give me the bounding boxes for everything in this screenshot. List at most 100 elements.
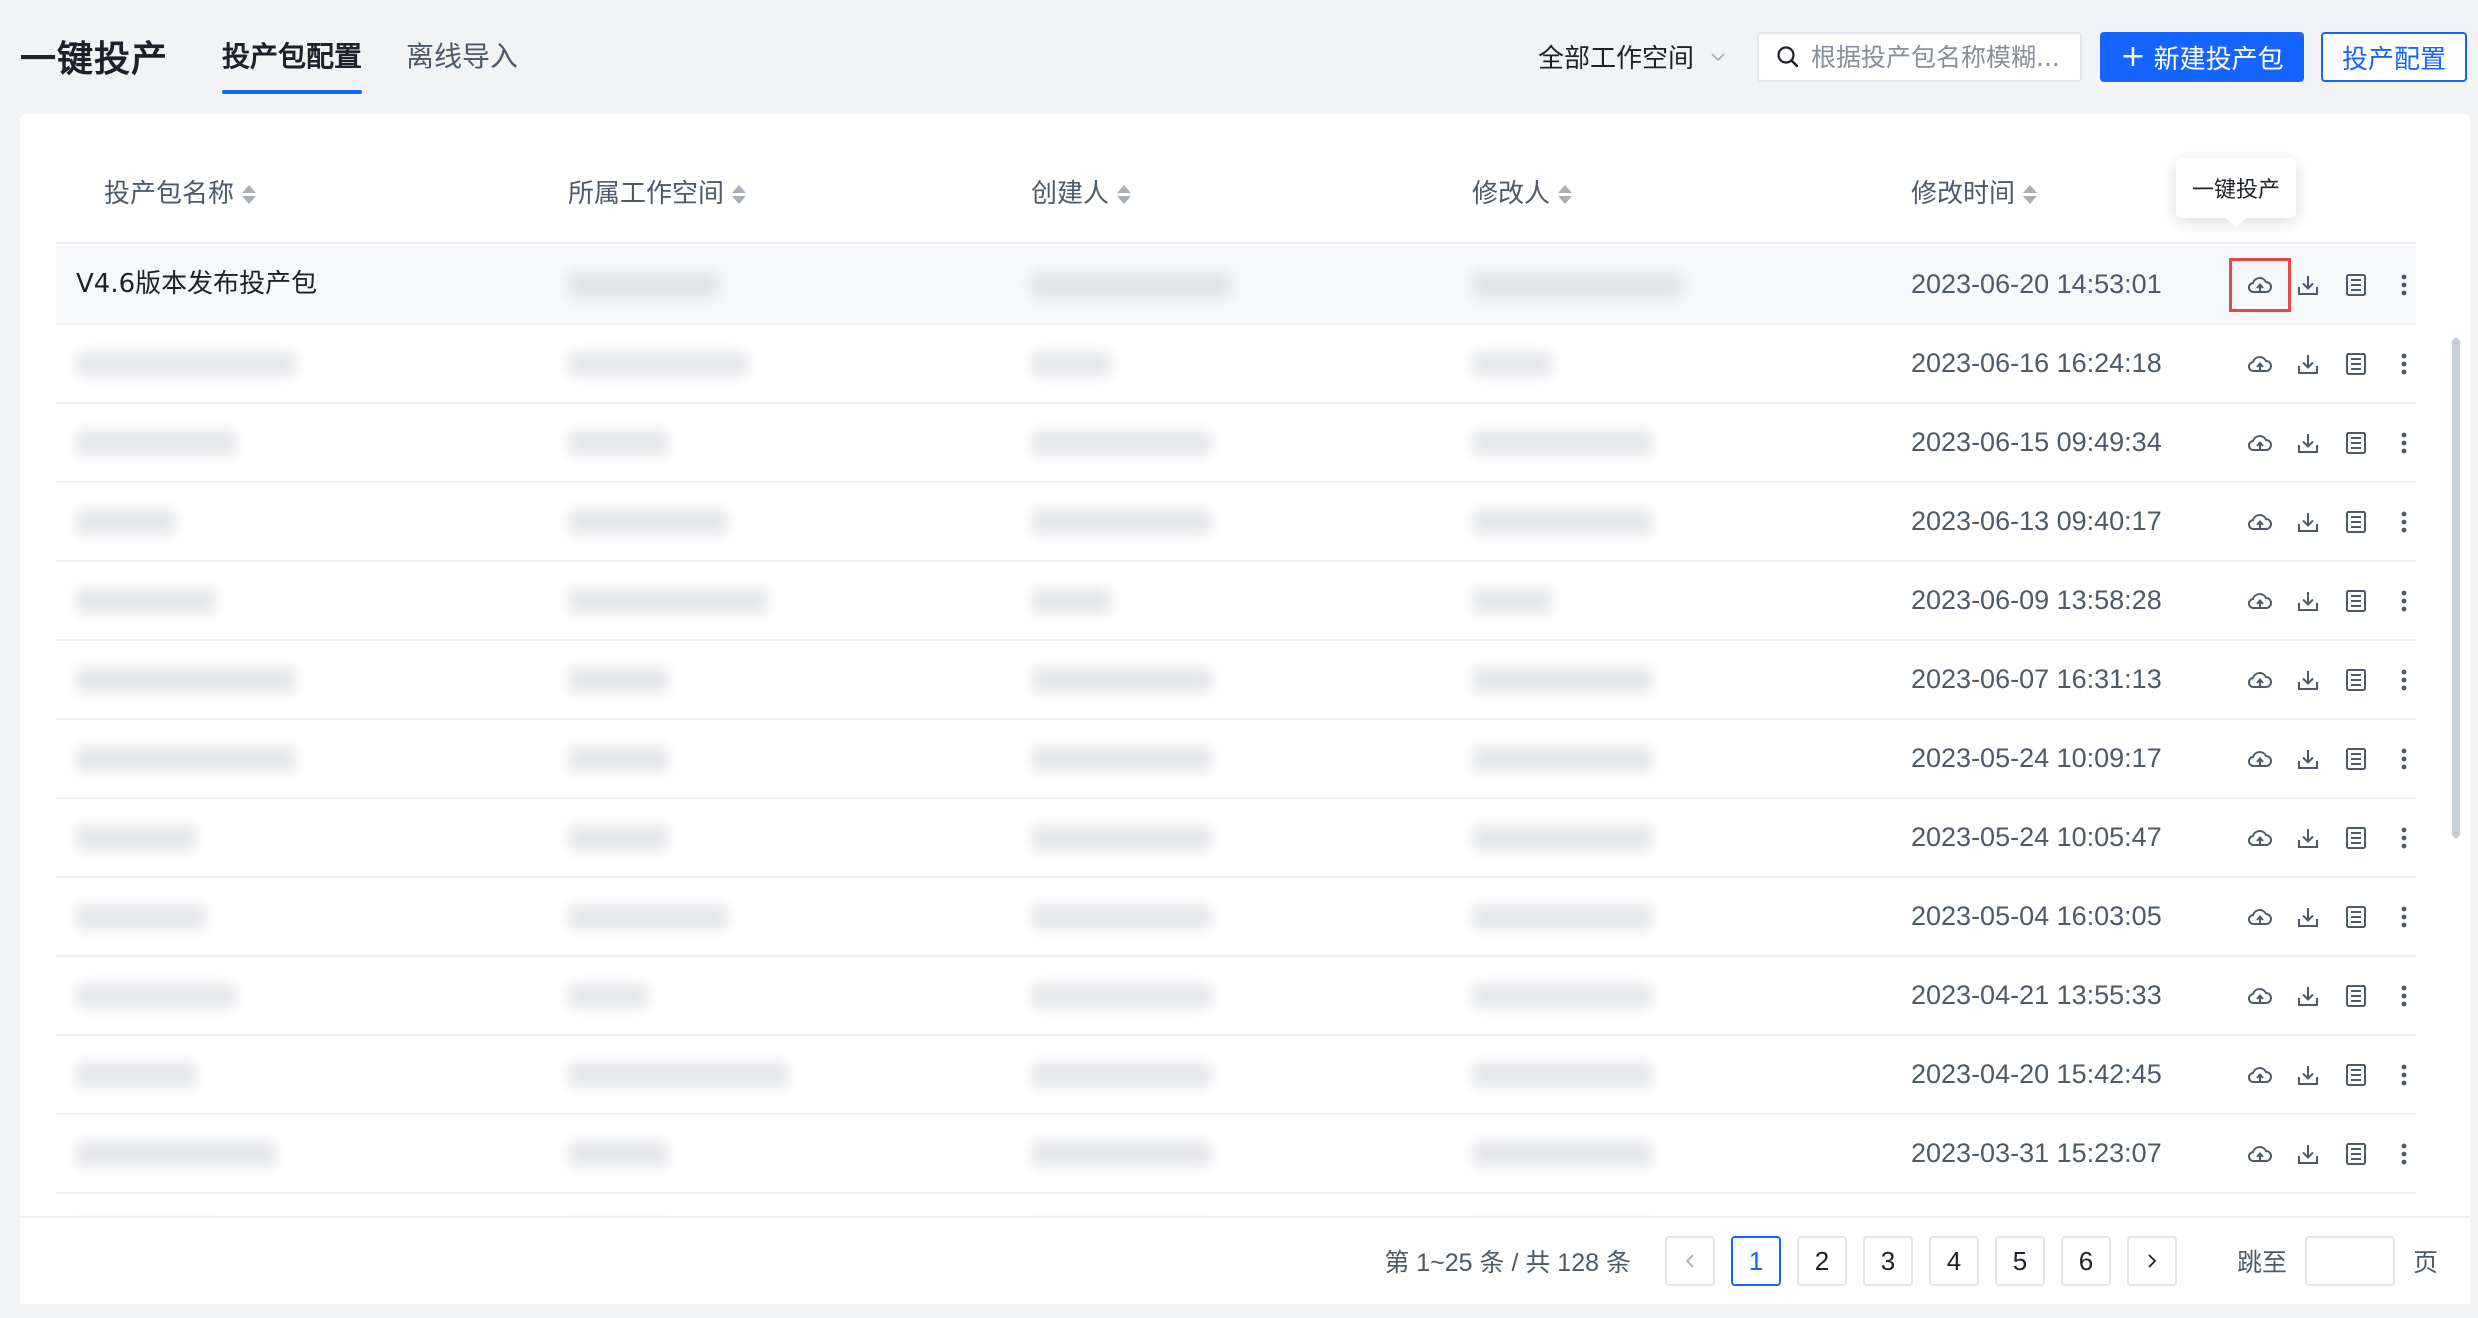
page-button-5[interactable]: 5	[1994, 1236, 2045, 1286]
one-click-deploy-button[interactable]	[2236, 972, 2284, 1020]
more-actions-button[interactable]	[2380, 419, 2416, 467]
cloud-deploy-icon	[2247, 1145, 2272, 1162]
next-page-button[interactable]	[2126, 1236, 2177, 1286]
one-click-deploy-button[interactable]	[2236, 577, 2284, 625]
detail-button[interactable]	[2332, 498, 2380, 546]
row-actions	[2236, 1036, 2416, 1113]
more-actions-button[interactable]	[2380, 735, 2416, 783]
page-button-6[interactable]: 6	[2060, 1236, 2111, 1286]
one-click-deploy-button[interactable]	[2236, 340, 2284, 388]
detail-button[interactable]	[2332, 893, 2380, 941]
more-vertical-icon	[2401, 827, 2407, 848]
table-row[interactable]: 2023-03-31 15:23:07	[56, 1115, 2416, 1194]
download-button[interactable]	[2284, 656, 2332, 704]
column-header-name[interactable]: 投产包名称	[104, 144, 257, 244]
one-click-deploy-button[interactable]	[2236, 1051, 2284, 1099]
one-click-deploy-button[interactable]	[2229, 257, 2291, 312]
table-row[interactable]: 2023-05-04 16:03:05	[56, 878, 2416, 957]
download-button[interactable]	[2284, 419, 2332, 467]
redacted-cell	[1031, 1062, 1211, 1088]
table-card: 投产包名称 所属工作空间 创建人 修改人 修改时间 V4.6版本发布投产包 202…	[20, 114, 2470, 1304]
download-button[interactable]	[2284, 1051, 2332, 1099]
table-row[interactable]: 2023-06-13 09:40:17	[56, 483, 2416, 562]
deploy-config-button[interactable]: 投产配置	[2321, 32, 2467, 82]
sort-icon[interactable]	[2023, 184, 2038, 204]
table-row[interactable]: 2023-06-15 09:49:34	[56, 404, 2416, 483]
one-click-deploy-button[interactable]	[2236, 893, 2284, 941]
column-header-creator[interactable]: 创建人	[1031, 144, 1132, 244]
scrollbar[interactable]	[2450, 248, 2460, 1248]
page-button-2[interactable]: 2	[1796, 1236, 1847, 1286]
download-button[interactable]	[2284, 577, 2332, 625]
page-button-3[interactable]: 3	[1862, 1236, 1913, 1286]
modified-time-cell: 2023-05-24 10:05:47	[1911, 822, 2162, 852]
sort-icon[interactable]	[1117, 184, 1132, 204]
tab-offline-import[interactable]: 离线导入	[406, 0, 518, 94]
one-click-deploy-button[interactable]	[2236, 814, 2284, 862]
column-header-workspace[interactable]: 所属工作空间	[568, 144, 747, 244]
detail-button[interactable]	[2332, 972, 2380, 1020]
tab-package-config[interactable]: 投产包配置	[222, 0, 363, 94]
table-row[interactable]: V4.6版本发布投产包 2023-06-20 14:53:01	[56, 246, 2416, 325]
download-button[interactable]	[2284, 893, 2332, 941]
one-click-deploy-button[interactable]	[2236, 656, 2284, 704]
row-actions	[2236, 878, 2416, 955]
more-actions-button[interactable]	[2380, 1130, 2416, 1178]
download-button[interactable]	[2284, 735, 2332, 783]
detail-button[interactable]	[2332, 340, 2380, 388]
download-icon	[2298, 1144, 2318, 1164]
download-button[interactable]	[2284, 261, 2332, 309]
more-actions-button[interactable]	[2380, 656, 2416, 704]
column-header-modifier[interactable]: 修改人	[1472, 144, 1573, 244]
sort-icon[interactable]	[242, 184, 257, 204]
table-row[interactable]: 2023-06-09 13:58:28	[56, 562, 2416, 641]
more-actions-button[interactable]	[2380, 498, 2416, 546]
more-actions-button[interactable]	[2380, 814, 2416, 862]
detail-button[interactable]	[2332, 1130, 2380, 1178]
pagination: 第 1~25 条 / 共 128 条 1 2 3 4 5 6 跳至 页	[1384, 1236, 2438, 1286]
download-button[interactable]	[2284, 340, 2332, 388]
prev-page-button[interactable]	[1664, 1236, 1715, 1286]
download-button[interactable]	[2284, 1130, 2332, 1178]
more-actions-button[interactable]	[2380, 972, 2416, 1020]
sort-icon[interactable]	[1558, 184, 1573, 204]
more-actions-button[interactable]	[2380, 577, 2416, 625]
more-actions-button[interactable]	[2380, 893, 2416, 941]
column-header-modified-time[interactable]: 修改时间	[1911, 144, 2038, 244]
download-button[interactable]	[2284, 972, 2332, 1020]
scrollbar-thumb[interactable]	[2452, 338, 2460, 838]
detail-button[interactable]	[2332, 1051, 2380, 1099]
more-actions-button[interactable]	[2380, 261, 2416, 309]
row-actions	[2236, 404, 2416, 481]
detail-button[interactable]	[2332, 261, 2380, 309]
download-button[interactable]	[2284, 814, 2332, 862]
sort-icon[interactable]	[732, 184, 747, 204]
redacted-cell	[568, 825, 668, 851]
one-click-deploy-button[interactable]	[2236, 1130, 2284, 1178]
new-package-button[interactable]: + 新建投产包	[2100, 32, 2304, 82]
table-row[interactable]: 2023-05-24 10:09:17	[56, 720, 2416, 799]
more-actions-button[interactable]	[2380, 1051, 2416, 1099]
one-click-deploy-button[interactable]	[2236, 419, 2284, 467]
table-row[interactable]: 2023-06-07 16:31:13	[56, 641, 2416, 720]
table-row[interactable]: 2023-05-24 10:05:47	[56, 799, 2416, 878]
page-button-1[interactable]: 1	[1730, 1236, 1781, 1286]
detail-button[interactable]	[2332, 419, 2380, 467]
detail-button[interactable]	[2332, 735, 2380, 783]
download-icon	[2298, 1065, 2318, 1085]
detail-button[interactable]	[2332, 577, 2380, 625]
download-button[interactable]	[2284, 498, 2332, 546]
search-input[interactable]	[1811, 42, 2071, 72]
table-row[interactable]: 2023-06-16 16:24:18	[56, 325, 2416, 404]
detail-button[interactable]	[2332, 814, 2380, 862]
workspace-select[interactable]: 全部工作空间	[1538, 38, 1728, 75]
jump-page-input[interactable]	[2304, 1236, 2395, 1286]
more-actions-button[interactable]	[2380, 340, 2416, 388]
table-row[interactable]: 2023-04-20 15:42:45	[56, 1036, 2416, 1115]
one-click-deploy-button[interactable]	[2236, 735, 2284, 783]
page-button-4[interactable]: 4	[1928, 1236, 1979, 1286]
one-click-deploy-button[interactable]	[2236, 498, 2284, 546]
modified-time-cell: 2023-04-20 15:42:45	[1911, 1059, 2162, 1089]
table-row[interactable]: 2023-04-21 13:55:33	[56, 957, 2416, 1036]
detail-button[interactable]	[2332, 656, 2380, 704]
